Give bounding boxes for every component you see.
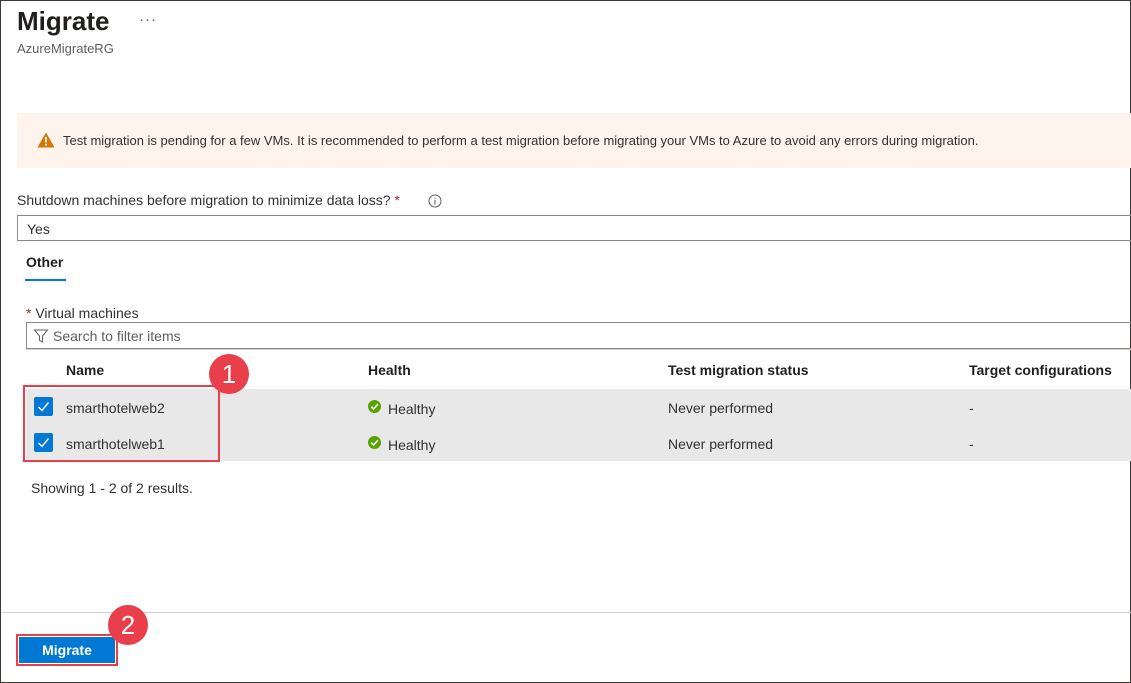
shutdown-label-text: Shutdown machines before migration to mi… <box>17 192 391 208</box>
tab-other[interactable]: Other <box>26 254 63 270</box>
annotation-highlight-migrate <box>16 634 118 666</box>
test-migration-status: Never performed <box>668 436 774 452</box>
tab-selected-indicator <box>25 279 66 281</box>
healthy-check-icon <box>368 436 381 449</box>
shutdown-dropdown[interactable]: Yes <box>17 215 1131 241</box>
column-header-target-configurations[interactable]: Target configurations <box>969 362 1112 378</box>
page-title: Migrate <box>17 6 110 36</box>
warning-banner: Test migration is pending for a few VMs.… <box>17 113 1131 168</box>
health-status: Healthy <box>388 401 436 417</box>
annotation-highlight-vms <box>23 385 220 462</box>
info-icon[interactable] <box>428 194 442 208</box>
healthy-check-icon <box>368 400 381 413</box>
filter-input[interactable] <box>53 326 653 345</box>
test-migration-status: Never performed <box>668 400 774 416</box>
footer-divider <box>1 612 1131 613</box>
more-options-button[interactable]: ··· <box>139 11 157 28</box>
column-header-test-migration-status[interactable]: Test migration status <box>668 362 809 378</box>
virtual-machines-label: * Virtual machines <box>26 305 139 321</box>
target-configuration: - <box>969 400 974 416</box>
filter-box[interactable] <box>26 322 1131 349</box>
migrate-blade: Migrate ··· AzureMigrateRG Test migratio… <box>0 0 1131 683</box>
health-status: Healthy <box>388 437 436 453</box>
column-header-health[interactable]: Health <box>368 362 411 378</box>
table-header-divider <box>26 349 1131 350</box>
virtual-machines-label-text: Virtual machines <box>35 305 139 321</box>
warning-text: Test migration is pending for a few VMs.… <box>63 133 979 148</box>
warning-icon <box>37 132 55 148</box>
resource-group-subtitle: AzureMigrateRG <box>17 41 114 56</box>
results-count: Showing 1 - 2 of 2 results. <box>31 480 193 496</box>
column-header-name[interactable]: Name <box>66 362 104 378</box>
target-configuration: - <box>969 436 974 452</box>
required-marker: * <box>26 305 32 321</box>
shutdown-label: Shutdown machines before migration to mi… <box>17 192 400 208</box>
annotation-badge-1: 1 <box>209 354 249 394</box>
annotation-badge-2: 2 <box>108 605 148 645</box>
required-marker: * <box>394 192 400 208</box>
filter-icon <box>33 329 49 343</box>
